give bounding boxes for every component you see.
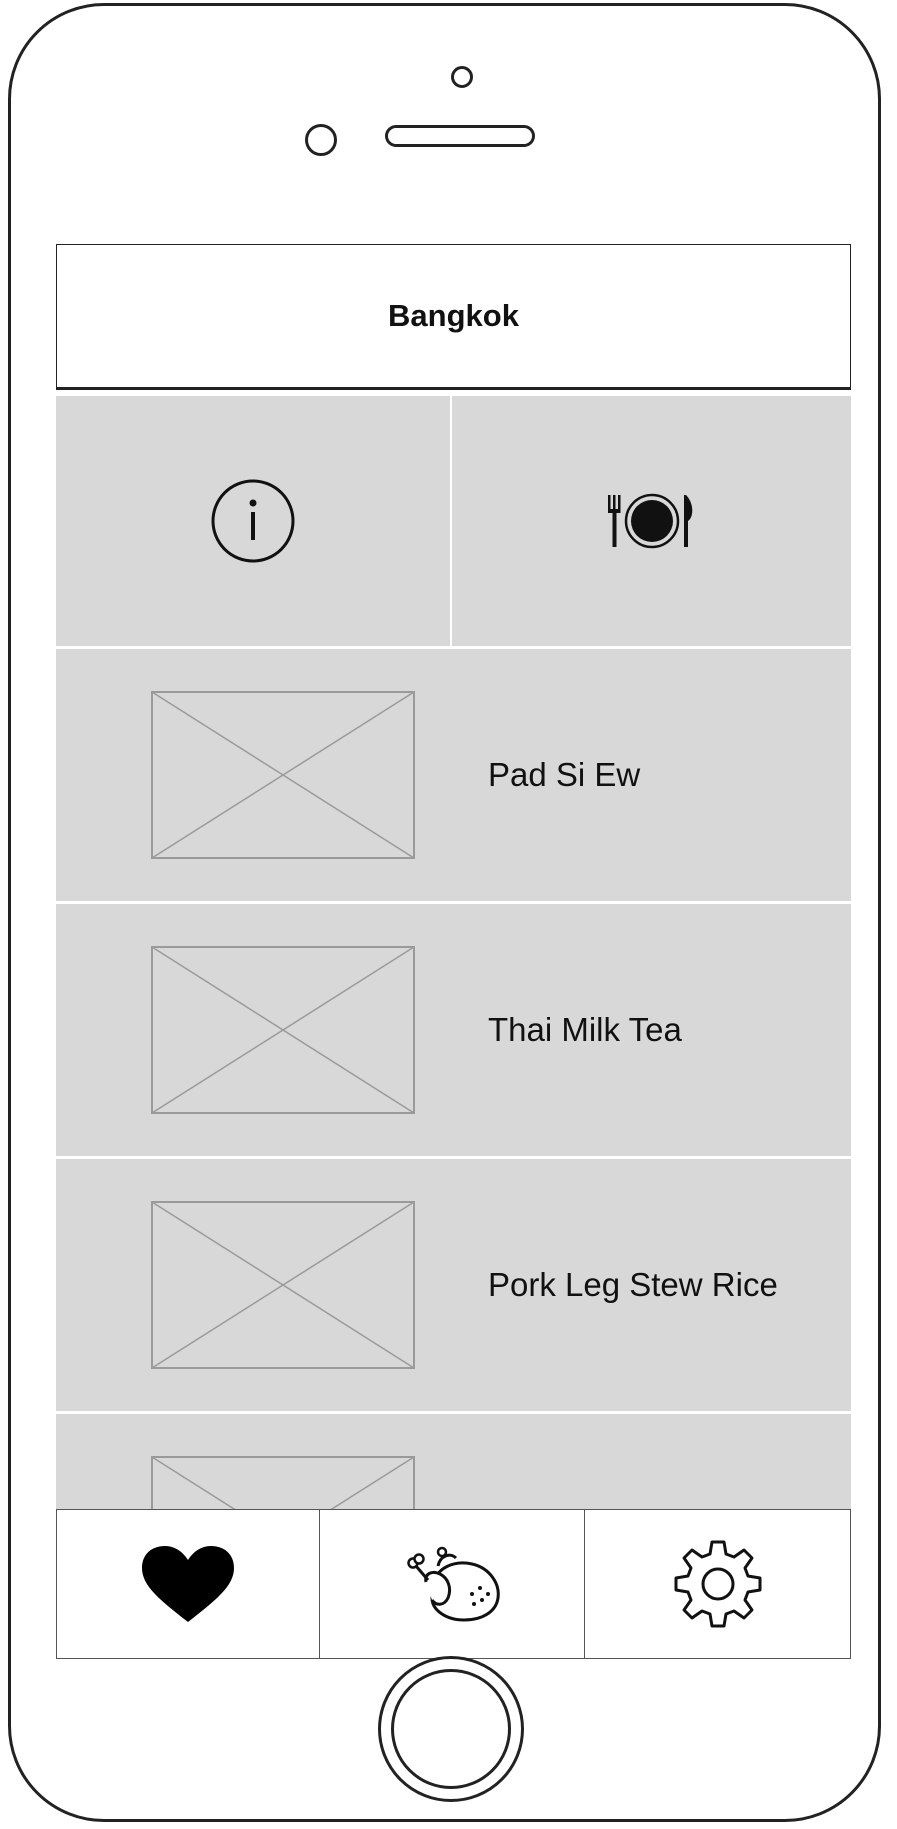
home-button[interactable] xyxy=(378,1656,524,1802)
front-camera xyxy=(451,66,473,88)
image-placeholder xyxy=(151,691,415,859)
list-item[interactable]: Pork Leg Stew Rice xyxy=(56,1159,851,1411)
chicken-icon xyxy=(407,1546,500,1622)
page-title: Bangkok xyxy=(388,298,519,333)
heart-icon xyxy=(142,1546,234,1622)
dish-name: Thai Milk Tea xyxy=(488,1011,682,1048)
image-placeholder xyxy=(151,946,415,1114)
list-item[interactable]: Pad Si Ew xyxy=(56,649,851,901)
home-button-inner-ring xyxy=(391,1669,511,1789)
dish-name: Pork Leg Stew Rice xyxy=(488,1266,778,1303)
settings-tab[interactable] xyxy=(585,1509,851,1659)
tab-food[interactable] xyxy=(452,396,851,646)
gear-icon xyxy=(674,1540,761,1628)
list-item[interactable]: Thai Milk Tea xyxy=(56,904,851,1156)
info-icon xyxy=(211,479,295,563)
food-tab[interactable] xyxy=(320,1509,585,1659)
navigation-bar: Bangkok xyxy=(56,244,851,390)
earpiece-speaker xyxy=(385,125,535,147)
plate-cutlery-icon xyxy=(607,493,692,549)
dish-list: Pad Si Ew Thai Milk Tea Pork Leg Stew Ri… xyxy=(56,649,851,1659)
favorites-tab[interactable] xyxy=(56,1509,320,1659)
tab-bar xyxy=(56,1509,851,1659)
dish-name: Pad Si Ew xyxy=(488,756,641,793)
top-tabs xyxy=(56,396,851,646)
phone-frame: Bangkok Pad Si Ew Thai Milk Tea Pork Leg… xyxy=(8,3,881,1822)
app-screen: Bangkok Pad Si Ew Thai Milk Tea Pork Leg… xyxy=(56,244,851,1659)
proximity-sensor xyxy=(305,124,337,156)
tab-info[interactable] xyxy=(56,396,450,646)
image-placeholder xyxy=(151,1201,415,1369)
